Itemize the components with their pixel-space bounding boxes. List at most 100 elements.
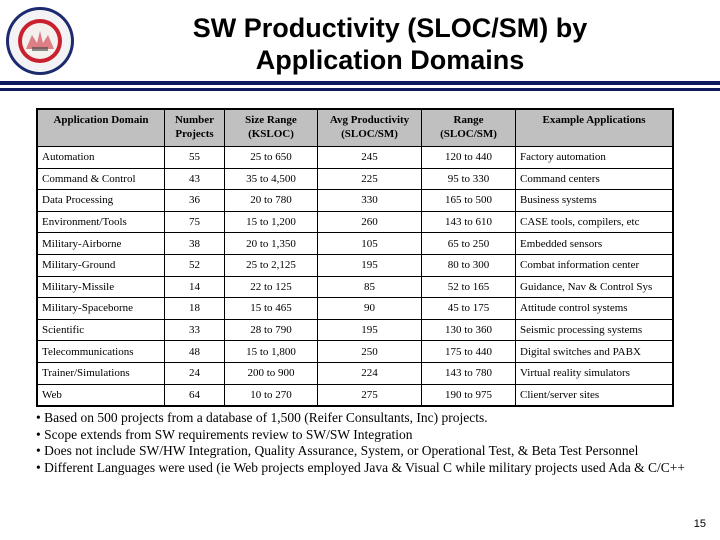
range-cell: 143 to 780 bbox=[421, 361, 516, 385]
example-cell: Digital switches and PABX bbox=[515, 340, 673, 363]
domain-cell: Automation bbox=[37, 146, 165, 169]
size-range-cell: 15 to 1,200 bbox=[224, 210, 318, 233]
projects-cell: 43 bbox=[164, 167, 225, 190]
avg-productivity-cell: 250 bbox=[317, 340, 422, 363]
projects-cell: 48 bbox=[164, 340, 225, 363]
note-item: • Scope extends from SW requirements rev… bbox=[36, 426, 413, 442]
table-row: Military-Spaceborne 18 15 to 465 90 45 to 17… bbox=[37, 297, 673, 320]
projects-cell: 14 bbox=[164, 275, 225, 298]
table-row: Command & Control 43 35 to 4,500 225 95 to 3… bbox=[37, 167, 673, 190]
note-item: • Based on 500 projects from a database … bbox=[36, 410, 488, 425]
avg-productivity-cell: 105 bbox=[317, 232, 422, 255]
title-line-1: SW Productivity (SLOC/SM) by bbox=[192, 13, 588, 43]
avg-productivity-cell: 330 bbox=[317, 189, 422, 212]
column-header: Range (SLOC/SM) bbox=[421, 109, 516, 147]
example-cell: Command centers bbox=[515, 167, 673, 190]
avg-productivity-cell: 260 bbox=[317, 210, 422, 233]
size-range-cell: 200 to 900 bbox=[224, 361, 318, 385]
size-range-cell: 25 to 650 bbox=[224, 146, 318, 169]
example-cell: Factory automation bbox=[515, 146, 673, 169]
note-item: • Does not include SW/HW Integration, Qu… bbox=[36, 443, 639, 458]
domain-cell: Military-Missile bbox=[37, 275, 165, 298]
domain-cell: Web bbox=[37, 383, 165, 407]
projects-cell: 64 bbox=[164, 383, 225, 407]
example-cell: Guidance, Nav & Control Sys bbox=[515, 275, 673, 298]
example-cell: Business systems bbox=[515, 189, 673, 212]
range-cell: 120 to 440 bbox=[421, 146, 516, 169]
avg-productivity-cell: 225 bbox=[317, 167, 422, 190]
domain-cell: Data Processing bbox=[37, 189, 165, 212]
size-range-cell: 20 to 1,350 bbox=[224, 232, 318, 255]
table-row: Telecommunications 48 15 to 1,800 250 175 to… bbox=[37, 340, 673, 363]
page-title: SW Productivity (SLOC/SM) by Application… bbox=[110, 12, 670, 76]
table-header-row: Application Domain Number Projects Size … bbox=[37, 109, 673, 147]
table-row: Environment/Tools 75 15 to 1,200 260 143 to … bbox=[37, 210, 673, 233]
range-cell: 165 to 500 bbox=[421, 189, 516, 212]
range-cell: 130 to 360 bbox=[421, 318, 516, 341]
range-cell: 175 to 440 bbox=[421, 340, 516, 363]
domain-cell: Trainer/Simulations bbox=[37, 361, 165, 385]
size-range-cell: 25 to 2,125 bbox=[224, 253, 318, 277]
table-row: Trainer/Simulations 24 200 to 900 224 143 to… bbox=[37, 361, 673, 385]
example-cell: Embedded sensors bbox=[515, 232, 673, 255]
range-cell: 52 to 165 bbox=[421, 275, 516, 298]
example-cell: Seismic processing systems bbox=[515, 318, 673, 341]
projects-cell: 18 bbox=[164, 297, 225, 320]
range-cell: 80 to 300 bbox=[421, 253, 516, 277]
domain-cell: Military-Ground bbox=[37, 253, 165, 277]
title-line-2: Application Domains bbox=[255, 45, 525, 75]
example-cell: Combat information center bbox=[515, 253, 673, 277]
table-row: Automation 55 25 to 650 245 120 to 440 Factor… bbox=[37, 146, 673, 169]
domain-cell: Environment/Tools bbox=[37, 210, 165, 233]
column-header: Example Applications bbox=[515, 109, 673, 147]
domain-cell: Command & Control bbox=[37, 167, 165, 190]
size-range-cell: 35 to 4,500 bbox=[224, 167, 318, 190]
column-header: Application Domain bbox=[37, 109, 165, 147]
title-rule-thick bbox=[0, 81, 720, 85]
avg-productivity-cell: 195 bbox=[317, 318, 422, 341]
domain-cell: Military-Airborne bbox=[37, 232, 165, 255]
title-rule-thin bbox=[0, 88, 720, 91]
projects-cell: 38 bbox=[164, 232, 225, 255]
table-row: Data Processing 36 20 to 780 330 165 to 500 B… bbox=[37, 189, 673, 212]
projects-cell: 52 bbox=[164, 253, 225, 277]
note-item: • Different Languages were used (ie Web … bbox=[36, 459, 686, 475]
range-cell: 65 to 250 bbox=[421, 232, 516, 255]
size-range-cell: 22 to 125 bbox=[224, 275, 318, 298]
size-range-cell: 15 to 1,800 bbox=[224, 340, 318, 363]
projects-cell: 24 bbox=[164, 361, 225, 385]
projects-cell: 33 bbox=[164, 318, 225, 341]
example-cell: Client/server sites bbox=[515, 383, 673, 407]
size-range-cell: 20 to 780 bbox=[224, 189, 318, 212]
projects-cell: 36 bbox=[164, 189, 225, 212]
range-cell: 45 to 175 bbox=[421, 297, 516, 320]
domain-cell: Military-Spaceborne bbox=[37, 297, 165, 320]
avg-productivity-cell: 195 bbox=[317, 253, 422, 277]
table-row: Scientific 33 28 to 790 195 130 to 360 Seismi… bbox=[37, 318, 673, 341]
range-cell: 190 to 975 bbox=[421, 383, 516, 407]
table-row: Military-Ground 52 25 to 2,125 195 80 to 300… bbox=[37, 253, 673, 277]
table-row: Military-Missile 14 22 to 125 85 52 to 165 Gu… bbox=[37, 275, 673, 298]
size-range-cell: 28 to 790 bbox=[224, 318, 318, 341]
range-cell: 143 to 610 bbox=[421, 210, 516, 233]
notes-list: • Based on 500 projects from a database … bbox=[36, 410, 696, 476]
projects-cell: 75 bbox=[164, 210, 225, 233]
avg-productivity-cell: 245 bbox=[317, 146, 422, 169]
avg-productivity-cell: 85 bbox=[317, 275, 422, 298]
domain-cell: Telecommunications bbox=[37, 340, 165, 363]
example-cell: Virtual reality simulators bbox=[515, 361, 673, 385]
army-seal-logo bbox=[4, 5, 76, 77]
size-range-cell: 10 to 270 bbox=[224, 383, 318, 407]
table-body: Automation 55 25 to 650 245 120 to 440 Factor… bbox=[37, 146, 673, 407]
example-cell: Attitude control systems bbox=[515, 297, 673, 320]
productivity-table: Application Domain Number Projects Size … bbox=[36, 108, 674, 408]
column-header: Number Projects bbox=[164, 109, 225, 147]
column-header: Avg Productivity (SLOC/SM) bbox=[317, 109, 422, 147]
range-cell: 95 to 330 bbox=[421, 167, 516, 190]
size-range-cell: 15 to 465 bbox=[224, 297, 318, 320]
page-number: 15 bbox=[693, 518, 706, 530]
avg-productivity-cell: 90 bbox=[317, 297, 422, 320]
table-row: Web 64 10 to 270 275 190 to 975 Client/server… bbox=[37, 383, 673, 407]
avg-productivity-cell: 224 bbox=[317, 361, 422, 385]
avg-productivity-cell: 275 bbox=[317, 383, 422, 407]
